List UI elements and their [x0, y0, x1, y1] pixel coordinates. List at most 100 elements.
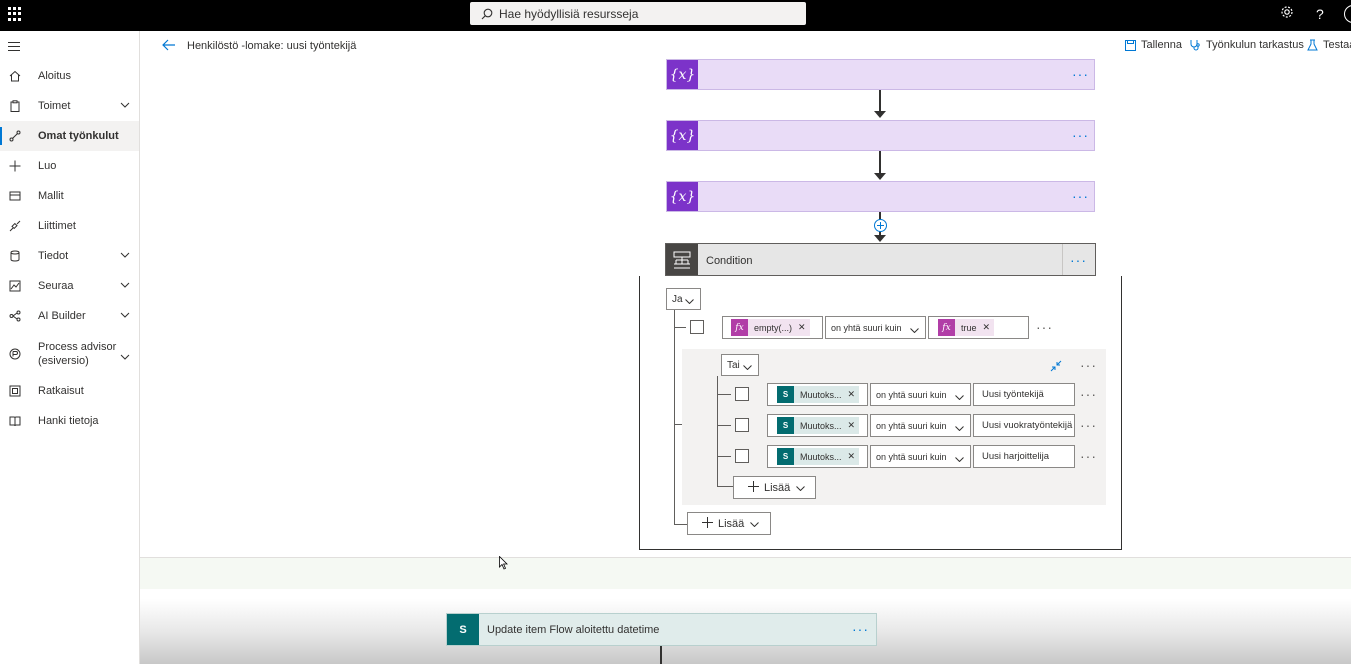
- variable-action-card[interactable]: {x} ···: [666, 181, 1095, 212]
- more-options-icon[interactable]: ···: [1072, 188, 1089, 204]
- chevron-down-icon: [955, 423, 964, 434]
- gear-icon[interactable]: [1280, 5, 1294, 23]
- nav-item-omat-tyonkulut[interactable]: Omat työnkulut: [0, 121, 139, 151]
- operator-dropdown[interactable]: on yhtä suuri kuin: [870, 414, 971, 437]
- nav-item-mallit[interactable]: Mallit: [0, 181, 139, 211]
- collapse-icon[interactable]: [1050, 359, 1062, 377]
- nav-item-ratkaisut[interactable]: Ratkaisut: [0, 376, 139, 406]
- nav-item-aloitus[interactable]: Aloitus: [0, 61, 139, 91]
- add-label: Lisää: [764, 481, 791, 494]
- remove-token-icon[interactable]: ✕: [848, 451, 856, 462]
- back-arrow-icon[interactable]: [162, 38, 176, 54]
- nav-item-luo[interactable]: Luo: [0, 151, 139, 181]
- remove-token-icon[interactable]: ✕: [983, 322, 991, 333]
- expression-token[interactable]: fx empty(...) ✕: [731, 319, 810, 336]
- nav-item-process-advisor[interactable]: Process advisor (esiversio): [0, 336, 139, 372]
- and-operator-dropdown[interactable]: Ja: [666, 288, 701, 310]
- chevron-down-icon: [120, 351, 130, 363]
- chevron-down-icon: [750, 518, 760, 530]
- nav-item-tiedot[interactable]: Tiedot: [0, 241, 139, 271]
- sharepoint-icon: S: [777, 386, 794, 403]
- nav-item-ai-builder[interactable]: AI Builder: [0, 301, 139, 331]
- app-launcher-icon[interactable]: [8, 7, 22, 21]
- row-more-icon[interactable]: ···: [1080, 448, 1097, 464]
- nav-label-line2: (esiversio): [38, 355, 89, 367]
- operator-dropdown[interactable]: on yhtä suuri kuin: [825, 316, 926, 339]
- remove-token-icon[interactable]: ✕: [848, 420, 856, 431]
- left-operand-field[interactable]: S Muutoks... ✕: [767, 414, 868, 437]
- operator-dropdown[interactable]: on yhtä suuri kuin: [870, 445, 971, 468]
- add-label: Lisää: [718, 517, 745, 530]
- value-field[interactable]: Uusi harjoittelija: [973, 445, 1075, 468]
- left-operand-field[interactable]: S Muutoks... ✕: [767, 383, 868, 406]
- hamburger-icon[interactable]: [8, 42, 20, 54]
- solutions-icon: [8, 385, 22, 397]
- more-options-icon[interactable]: ···: [852, 621, 869, 637]
- connector-arrow-icon: [874, 111, 886, 118]
- chevron-down-icon: [955, 392, 964, 403]
- row-checkbox[interactable]: [735, 387, 749, 401]
- expression-token[interactable]: fx true ✕: [938, 319, 995, 336]
- right-operand-field[interactable]: fx true ✕: [928, 316, 1029, 339]
- value-text: Uusi työntekijä: [982, 389, 1044, 400]
- left-operand-field[interactable]: S Muutoks... ✕: [767, 445, 868, 468]
- dynamic-content-token[interactable]: S Muutoks... ✕: [777, 386, 860, 403]
- monitor-icon: [8, 280, 22, 292]
- top-bar: Hae hyödyllisiä resursseja ?: [0, 0, 1351, 31]
- row-checkbox[interactable]: [735, 449, 749, 463]
- flow-icon: [8, 130, 22, 142]
- row-more-icon[interactable]: ···: [1036, 319, 1053, 335]
- avatar[interactable]: [1344, 5, 1351, 23]
- variable-action-card[interactable]: {x} ···: [666, 120, 1095, 151]
- row-more-icon[interactable]: ···: [1080, 417, 1097, 433]
- row-checkbox[interactable]: [690, 320, 704, 334]
- variable-action-card[interactable]: {x} ···: [666, 59, 1095, 90]
- tree-line: [717, 376, 718, 486]
- remove-token-icon[interactable]: ✕: [798, 322, 806, 333]
- test-button[interactable]: Testaa: [1307, 39, 1351, 51]
- more-options-icon[interactable]: ···: [1070, 252, 1087, 268]
- nav-item-seuraa[interactable]: Seuraa: [0, 271, 139, 301]
- tree-line: [674, 309, 675, 524]
- search-box[interactable]: Hae hyödyllisiä resursseja: [470, 2, 806, 25]
- operator-label: on yhtä suuri kuin: [876, 389, 947, 400]
- nav-item-hanki-tietoja[interactable]: Hanki tietoja: [0, 406, 139, 436]
- tree-line: [717, 486, 733, 487]
- operator-label: on yhtä suuri kuin: [831, 322, 902, 333]
- plus-icon: [748, 480, 759, 495]
- connector-arrow-icon: [874, 235, 886, 242]
- value-field[interactable]: Uusi vuokratyöntekijä: [973, 414, 1075, 437]
- help-icon[interactable]: ?: [1316, 6, 1324, 22]
- group-more-icon[interactable]: ···: [1080, 357, 1097, 373]
- more-options-icon[interactable]: ···: [1072, 127, 1089, 143]
- dynamic-content-token[interactable]: S Muutoks... ✕: [777, 417, 860, 434]
- left-operand-field[interactable]: fx empty(...) ✕: [722, 316, 823, 339]
- condition-add-button[interactable]: Lisää: [687, 512, 771, 535]
- nav-item-toimet[interactable]: Toimet: [0, 91, 139, 121]
- insert-step-icon[interactable]: [874, 219, 887, 232]
- more-options-icon[interactable]: ···: [1072, 66, 1089, 82]
- dynamic-content-token[interactable]: S Muutoks... ✕: [777, 448, 860, 465]
- plus-icon: [8, 160, 22, 172]
- condition-menu[interactable]: ···: [1062, 244, 1095, 275]
- remove-token-icon[interactable]: ✕: [848, 389, 856, 400]
- value-field[interactable]: Uusi työntekijä: [973, 383, 1075, 406]
- condition-card-header[interactable]: Condition ···: [665, 243, 1096, 276]
- connector-line: [660, 646, 662, 664]
- flow-checker-button[interactable]: Työnkulun tarkastus: [1189, 39, 1304, 51]
- group-add-button[interactable]: Lisää: [733, 476, 816, 499]
- nav-label: Aloitus: [38, 70, 72, 82]
- search-placeholder: Hae hyödyllisiä resursseja: [499, 6, 639, 21]
- row-more-icon[interactable]: ···: [1080, 386, 1097, 402]
- flow-title: Henkilöstö -lomake: uusi työntekijä: [187, 40, 357, 52]
- save-button[interactable]: Tallenna: [1125, 39, 1182, 51]
- nav-label: Process advisor (esiversio): [38, 340, 116, 368]
- flask-icon: [1307, 39, 1318, 51]
- variable-icon: {x}: [667, 60, 698, 89]
- update-item-action-card[interactable]: S Update item Flow aloitettu datetime ··…: [446, 613, 877, 646]
- or-operator-dropdown[interactable]: Tai: [721, 354, 759, 376]
- variable-icon: {x}: [667, 182, 698, 211]
- nav-item-liittimet[interactable]: Liittimet: [0, 211, 139, 241]
- operator-dropdown[interactable]: on yhtä suuri kuin: [870, 383, 971, 406]
- row-checkbox[interactable]: [735, 418, 749, 432]
